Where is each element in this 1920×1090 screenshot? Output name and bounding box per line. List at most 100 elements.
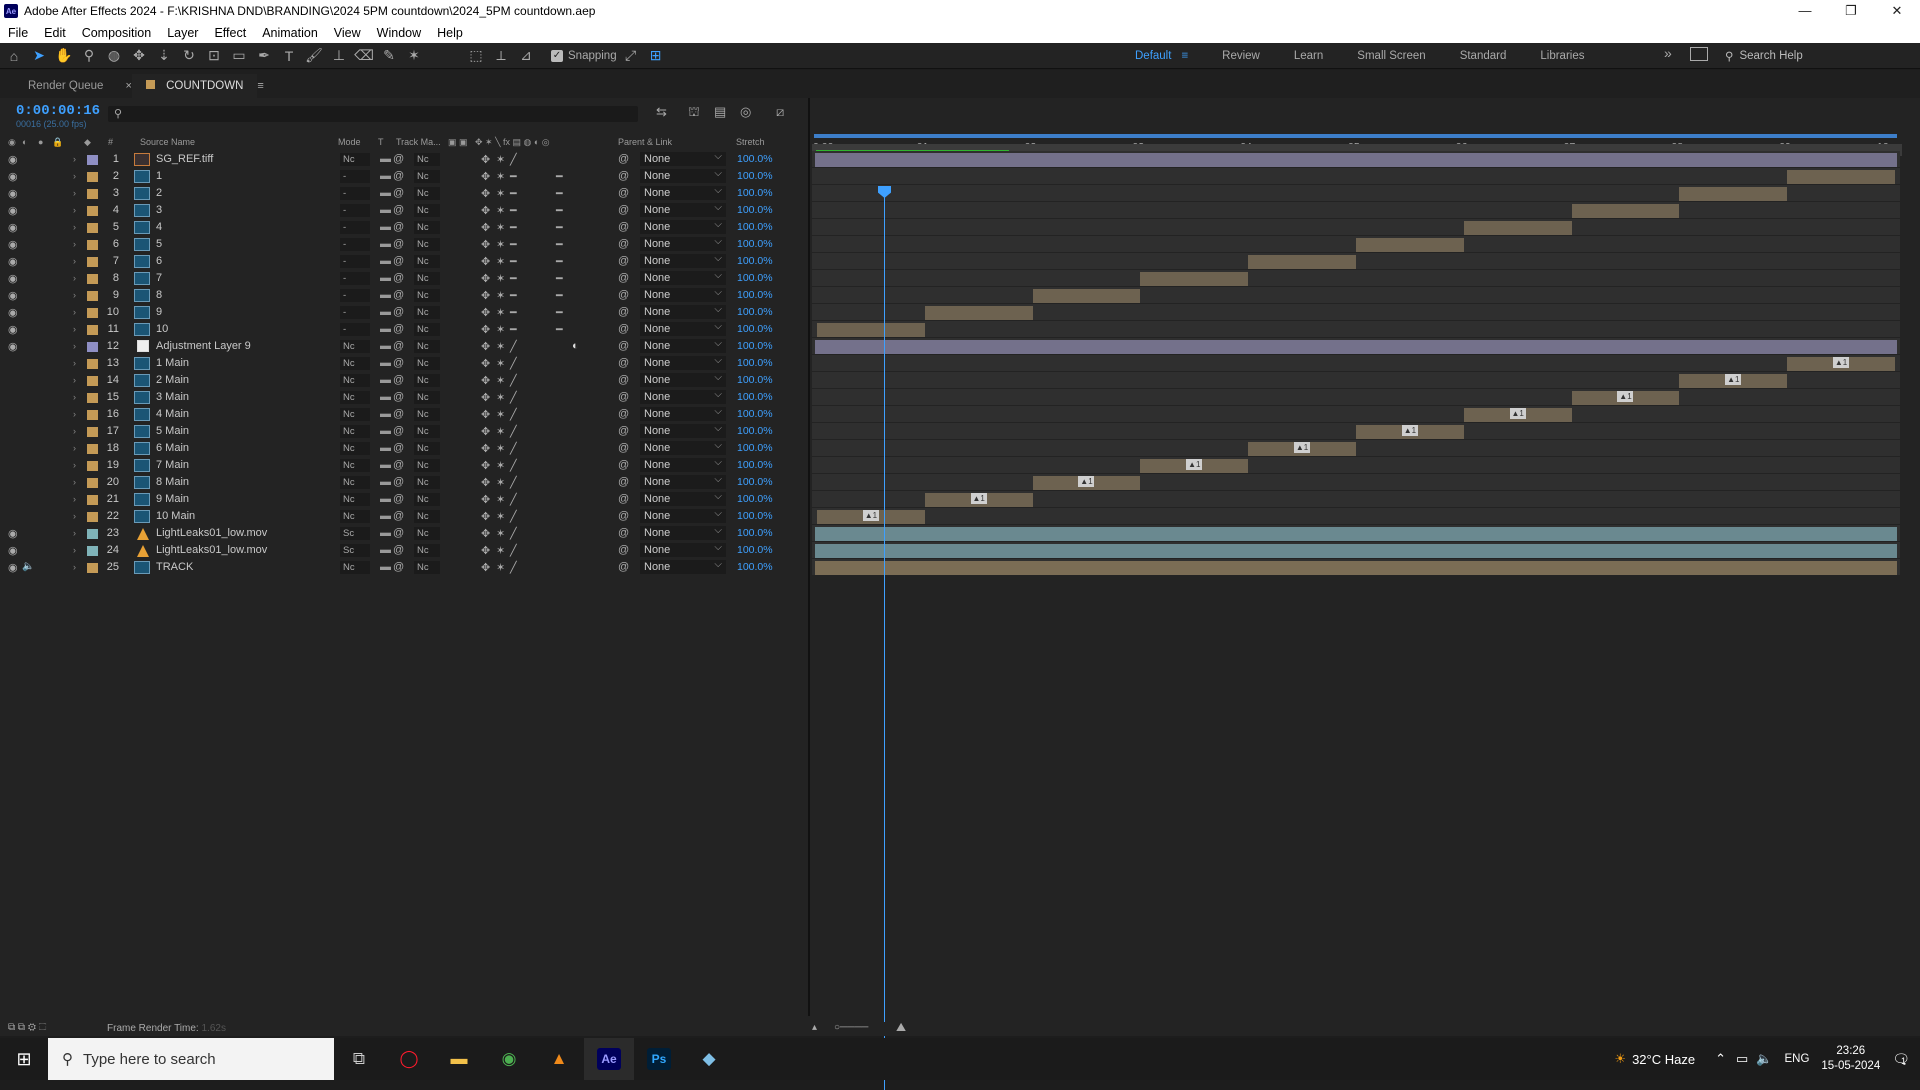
blend-mode-dropdown[interactable]: Sc — [340, 527, 370, 540]
layer-row[interactable]: ◉›43-▬@Nc✥✶━━@None100.0% — [0, 201, 808, 219]
more-workspaces-icon[interactable]: » — [1664, 45, 1672, 61]
pick-whip-icon[interactable]: @ — [393, 255, 404, 267]
dolly-camera-icon[interactable]: ⇣ — [153, 45, 175, 67]
quality-switch-icon[interactable]: ✶ — [496, 561, 505, 574]
parent-pick-whip-icon[interactable]: @ — [618, 272, 629, 284]
expand-triangle-icon[interactable]: › — [73, 341, 76, 351]
label-color-swatch[interactable] — [87, 206, 98, 216]
visibility-eye-icon[interactable]: ◉ — [8, 238, 18, 251]
stretch-value[interactable]: 100.0% — [737, 527, 773, 539]
preserve-transparency-toggle[interactable]: ▬ — [380, 306, 391, 318]
blend-mode-dropdown[interactable]: Nc — [340, 374, 370, 387]
collapse-switch-icon[interactable]: ✥ — [481, 340, 490, 353]
quality-slash-icon[interactable]: ╱ — [510, 527, 517, 540]
label-color-swatch[interactable] — [87, 376, 98, 386]
collapse-switch-icon[interactable]: ✥ — [481, 238, 490, 251]
layer-duration-bar[interactable]: ▲1 — [1787, 357, 1895, 371]
windows-start-icon[interactable]: ⊞ — [0, 1038, 48, 1080]
label-color-swatch[interactable] — [87, 240, 98, 250]
stretch-value[interactable]: 100.0% — [737, 255, 773, 267]
stretch-value[interactable]: 100.0% — [737, 510, 773, 522]
layer-name[interactable]: 7 — [156, 272, 162, 284]
label-color-swatch[interactable] — [87, 478, 98, 488]
parent-dropdown[interactable]: None — [640, 439, 726, 455]
keyframe-marker-icon[interactable]: ▲1 — [1078, 476, 1095, 487]
parent-pick-whip-icon[interactable]: @ — [618, 374, 629, 386]
visibility-eye-icon[interactable]: ◉ — [8, 187, 18, 200]
quality-slash-icon[interactable]: ╱ — [510, 459, 517, 472]
label-color-swatch[interactable] — [87, 461, 98, 471]
keyframe-marker-icon[interactable]: ▲1 — [1725, 374, 1742, 385]
stretch-value[interactable]: 100.0% — [737, 204, 773, 216]
stretch-value[interactable]: 100.0% — [737, 221, 773, 233]
label-color-swatch[interactable] — [87, 495, 98, 505]
layer-duration-bar[interactable] — [815, 561, 1897, 575]
layer-row[interactable]: ◉›54-▬@Nc✥✶━━@None100.0% — [0, 218, 808, 236]
checkbox-checked-icon[interactable]: ✓ — [551, 49, 563, 62]
layer-name[interactable]: 10 — [156, 323, 168, 335]
layer-track[interactable] — [812, 338, 1900, 355]
quality-slash-icon[interactable]: ━ — [510, 238, 517, 251]
blend-mode-dropdown[interactable]: Nc — [340, 442, 370, 455]
layer-duration-bar[interactable] — [1463, 221, 1572, 235]
menu-view[interactable]: View — [326, 26, 369, 40]
stretch-value[interactable]: 100.0% — [737, 561, 773, 573]
blend-mode-dropdown[interactable]: - — [340, 289, 370, 302]
quality-switch-icon[interactable]: ✶ — [496, 493, 505, 506]
effects-switch-icon[interactable]: ━ — [556, 238, 563, 251]
parent-pick-whip-icon[interactable]: @ — [618, 408, 629, 420]
menu-edit[interactable]: Edit — [36, 26, 74, 40]
visibility-eye-icon[interactable]: ◉ — [8, 289, 18, 302]
layer-row[interactable]: ◉›1110-▬@Nc✥✶━━@None100.0% — [0, 320, 808, 338]
parent-dropdown[interactable]: None — [640, 167, 726, 183]
quality-switch-icon[interactable]: ✶ — [496, 153, 505, 166]
layer-name[interactable]: 6 Main — [156, 442, 189, 454]
parent-dropdown[interactable]: None — [640, 337, 726, 353]
layer-track[interactable] — [812, 185, 1900, 202]
label-color-swatch[interactable] — [87, 444, 98, 454]
minimize-icon[interactable]: — — [1782, 0, 1828, 22]
quality-slash-icon[interactable]: ━ — [510, 255, 517, 268]
quality-switch-icon[interactable]: ✶ — [496, 442, 505, 455]
track-matte-dropdown[interactable]: Nc — [414, 442, 440, 455]
preserve-transparency-toggle[interactable]: ▬ — [380, 357, 391, 369]
visibility-eye-icon[interactable]: ◉ — [8, 255, 18, 268]
parent-pick-whip-icon[interactable]: @ — [618, 459, 629, 471]
visibility-eye-icon[interactable]: ◉ — [8, 561, 18, 574]
quality-slash-icon[interactable]: ╱ — [510, 561, 517, 574]
layer-name[interactable]: 8 Main — [156, 476, 189, 488]
layer-name[interactable]: 5 Main — [156, 425, 189, 437]
expand-triangle-icon[interactable]: › — [73, 358, 76, 368]
label-color-swatch[interactable] — [87, 410, 98, 420]
layer-name[interactable]: 2 Main — [156, 374, 189, 386]
expand-triangle-icon[interactable]: › — [73, 494, 76, 504]
parent-pick-whip-icon[interactable]: @ — [618, 238, 629, 250]
pick-whip-icon[interactable]: @ — [393, 561, 404, 573]
expand-triangle-icon[interactable]: › — [73, 171, 76, 181]
preserve-transparency-toggle[interactable]: ▬ — [380, 544, 391, 556]
pick-whip-icon[interactable]: @ — [393, 391, 404, 403]
expand-triangle-icon[interactable]: › — [73, 256, 76, 266]
pick-whip-icon[interactable]: @ — [393, 289, 404, 301]
quality-switch-icon[interactable]: ✶ — [496, 306, 505, 319]
layer-track[interactable] — [812, 304, 1900, 321]
layer-duration-bar[interactable] — [815, 527, 1897, 541]
stretch-value[interactable]: 100.0% — [737, 391, 773, 403]
quality-slash-icon[interactable]: ╱ — [510, 408, 517, 421]
visibility-eye-icon[interactable]: ◉ — [8, 544, 18, 557]
layer-track[interactable]: ▲1 — [812, 355, 1900, 372]
parent-pick-whip-icon[interactable]: @ — [618, 204, 629, 216]
frame-blending-icon[interactable]: ◎ — [740, 104, 751, 120]
layer-duration-bar[interactable] — [1140, 272, 1249, 286]
layer-row[interactable]: ›164 MainNc▬@Nc✥✶╱@None100.0% — [0, 405, 808, 423]
parent-dropdown[interactable]: None — [640, 303, 726, 319]
track-matte-dropdown[interactable]: Nc — [414, 255, 440, 268]
collapse-switch-icon[interactable]: ✥ — [481, 357, 490, 370]
preserve-transparency-toggle[interactable]: ▬ — [380, 153, 391, 165]
collapse-switch-icon[interactable]: ✥ — [481, 425, 490, 438]
label-color-swatch[interactable] — [87, 155, 98, 165]
blend-mode-dropdown[interactable]: Nc — [340, 340, 370, 353]
brush-tool-icon[interactable]: 🖌 — [303, 45, 325, 67]
workspace-default[interactable]: Default — [1135, 50, 1171, 62]
layer-track[interactable]: ▲1 — [812, 457, 1900, 474]
